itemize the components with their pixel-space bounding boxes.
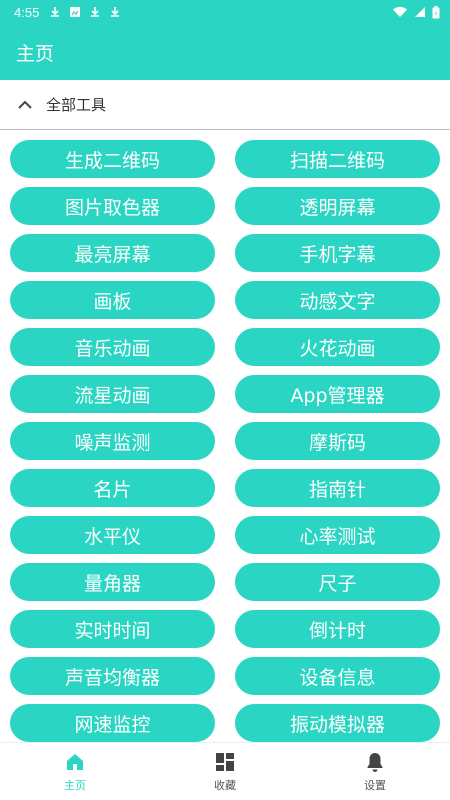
tool-button[interactable]: 指南针	[235, 469, 440, 507]
status-time: 4:55	[14, 4, 40, 20]
tool-button[interactable]: 振动模拟器	[235, 704, 440, 742]
tool-button[interactable]: 量角器	[10, 563, 215, 601]
tool-button[interactable]: 图片取色器	[10, 187, 215, 225]
download-icon	[91, 7, 100, 17]
tool-button[interactable]: 网速监控	[10, 704, 215, 742]
system-icons	[392, 5, 440, 19]
tool-button[interactable]: 火花动画	[235, 328, 440, 366]
section-label: 全部工具	[46, 96, 107, 114]
nav-label: 设置	[364, 778, 386, 792]
chevron-up-icon	[18, 100, 32, 109]
wifi-icon	[393, 6, 407, 17]
tool-button[interactable]: 扫描二维码	[235, 140, 440, 178]
section-header-all-tools[interactable]: 全部工具	[0, 80, 450, 130]
tool-button[interactable]: 倒计时	[235, 610, 440, 648]
notification-icons	[49, 6, 121, 18]
home-icon	[67, 753, 83, 770]
grid-icon	[216, 752, 234, 771]
nav-item-favorites[interactable]: 收藏	[150, 743, 300, 800]
tool-button[interactable]: 透明屏幕	[235, 187, 440, 225]
tool-button[interactable]: 生成二维码	[10, 140, 215, 178]
page-title: 主页	[16, 42, 55, 65]
tool-button[interactable]: 尺子	[235, 563, 440, 601]
tool-button[interactable]: 流星动画	[10, 375, 215, 413]
bell-icon	[367, 752, 383, 772]
tool-button[interactable]: 名片	[10, 469, 215, 507]
tool-button[interactable]: 摩斯码	[235, 422, 440, 460]
tool-button[interactable]: 最亮屏幕	[10, 234, 215, 272]
nav-item-home[interactable]: 主页	[0, 743, 150, 800]
app-bar: 主页	[0, 24, 450, 80]
tool-button[interactable]: 手机字幕	[235, 234, 440, 272]
nav-item-settings[interactable]: 设置	[300, 743, 450, 800]
tool-button[interactable]: 动感文字	[235, 281, 440, 319]
nav-label: 主页	[64, 778, 86, 792]
tool-button[interactable]: 噪声监测	[10, 422, 215, 460]
nav-label: 收藏	[214, 778, 236, 792]
download-icon	[51, 7, 60, 17]
tool-button[interactable]: 实时时间	[10, 610, 215, 648]
tool-button[interactable]: 音乐动画	[10, 328, 215, 366]
tool-button[interactable]: 画板	[10, 281, 215, 319]
image-icon	[70, 7, 81, 17]
bottom-nav: 主页 收藏 设置	[0, 742, 450, 800]
tool-button[interactable]: 声音均衡器	[10, 657, 215, 695]
signal-icon	[415, 7, 425, 17]
tool-button[interactable]: App管理器	[235, 375, 440, 413]
battery-icon	[432, 5, 440, 18]
tool-button[interactable]: 心率测试	[235, 516, 440, 554]
download-icon	[111, 7, 120, 17]
status-bar: 4:55	[0, 0, 450, 24]
tool-button[interactable]: 水平仪	[10, 516, 215, 554]
tool-button[interactable]: 设备信息	[235, 657, 440, 695]
